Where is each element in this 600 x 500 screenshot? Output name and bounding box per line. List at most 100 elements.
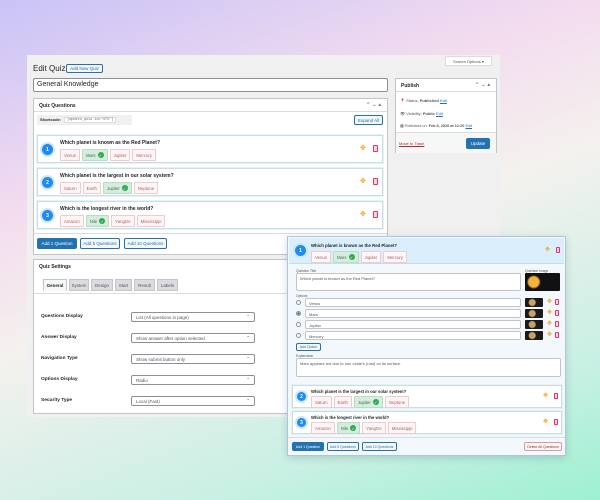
answer-option[interactable]: Amazon [311,422,335,434]
answer-option[interactable]: Saturn [60,182,81,194]
move-icon[interactable]: ✥ [547,309,552,316]
option-input[interactable]: Jupiter [305,320,521,329]
tab-start[interactable]: Start [115,279,132,291]
setting-select[interactable]: Local (Fast) [131,396,255,406]
trash-icon[interactable] [555,321,559,327]
publish-title: Publish [401,83,420,89]
answer-option[interactable]: Saturn [311,396,332,408]
option-image[interactable] [525,320,543,329]
tab-labels[interactable]: Labels [157,279,178,291]
move-icon[interactable]: ✥ [360,144,366,152]
answer-option[interactable]: Yangtze [111,215,135,227]
question-card[interactable]: 1 Which planet is known as the Red Plane… [37,135,383,163]
add-5-questions-button[interactable]: Add 5 Questions [327,442,359,451]
correct-option-radio[interactable] [296,322,301,327]
option-image[interactable] [525,298,543,307]
move-icon[interactable]: ✥ [360,210,366,218]
answer-option[interactable]: Mississippi [387,422,417,434]
answer-option[interactable]: Mississippi [136,215,166,227]
option-image[interactable] [525,331,543,340]
move-icon[interactable]: ✥ [547,331,552,338]
question-card[interactable]: 3 Which is the longest river in the worl… [37,201,383,229]
delete-all-questions-button[interactable]: Delete All Questions [524,442,562,451]
move-icon[interactable]: ✥ [545,246,550,253]
answer-option[interactable]: Nile ✓ [85,215,110,227]
box-toggle-arrows[interactable]: ⌃⌄▴ [366,102,383,108]
question-card[interactable]: 2 Which planet is the largest in our sol… [37,168,383,196]
correct-option-radio[interactable] [296,311,301,316]
tab-system[interactable]: System [69,279,89,291]
expand-all-button[interactable]: Expand All [354,115,383,125]
edit-visibility-link[interactable]: Edit [436,111,443,116]
setting-select[interactable]: Show answer after option selected [131,333,255,343]
check-icon: ✓ [372,399,379,405]
add-1-question-button[interactable]: Add 1 Question [37,238,77,249]
answer-option[interactable]: Yangtze [362,422,386,434]
setting-select[interactable]: Radio [131,375,255,385]
move-icon[interactable]: ✥ [547,298,552,305]
answer-option[interactable]: Venus [311,251,331,263]
answer-option[interactable]: Amazon [60,215,84,227]
trash-icon[interactable] [555,332,559,338]
add-10-questions-button[interactable]: Add 10 Questions [362,442,397,451]
answer-option[interactable]: Earth [333,396,352,408]
update-button[interactable]: Update [466,138,490,149]
question-card[interactable]: 2 Which planet is the largest in our sol… [292,385,562,408]
add-10-questions-button[interactable]: Add 10 Questions [124,238,167,249]
screen-options-button[interactable]: Screen Options ▾ [445,56,492,66]
correct-option-radio[interactable] [296,333,301,338]
answer-option[interactable]: Jupiter ✓ [102,182,132,194]
correct-option-radio[interactable] [296,300,301,305]
add-5-questions-button[interactable]: Add 5 Questions [80,238,120,249]
add-1-question-button[interactable]: Add 1 Question [292,442,324,451]
trash-icon[interactable] [554,393,558,399]
answer-option[interactable]: Jupiter ✓ [353,396,383,408]
edit-status-link[interactable]: Edit [440,98,447,103]
option-input[interactable]: Mars [305,309,521,318]
trash-icon[interactable] [556,247,560,253]
tab-general[interactable]: General [43,279,67,291]
question-number: 3 [297,418,306,427]
answer-option[interactable]: Jupiter [360,251,382,263]
move-icon[interactable]: ✥ [547,320,552,327]
answer-option[interactable]: Mercury [132,149,156,161]
add-new-quiz-button[interactable]: Add New Quiz [66,64,103,73]
option-image[interactable] [525,309,543,318]
tab-design[interactable]: Design [91,279,113,291]
setting-select[interactable]: Show submit button only [131,354,255,364]
tab-result[interactable]: Result [134,279,155,291]
question-card[interactable]: 3 Which is the longest river in the worl… [292,411,562,434]
answer-option[interactable]: Jupiter [109,149,131,161]
option-input[interactable]: Venus [305,298,521,307]
check-icon: ✓ [121,185,128,191]
option-input[interactable]: Mercury [305,331,521,340]
trash-icon[interactable] [373,178,378,185]
explanation-textarea[interactable]: Mars appears red due to iron oxide's (ru… [296,358,561,377]
trash-icon[interactable] [555,299,559,305]
trash-icon[interactable] [373,145,378,152]
answer-option[interactable]: Mars ✓ [81,149,108,161]
move-icon[interactable]: ✥ [543,418,548,425]
edit-date-link[interactable]: Edit [465,124,472,128]
setting-label: Questions Display [41,314,83,319]
trash-icon[interactable] [373,211,378,218]
answer-option[interactable]: Mars ✓ [332,251,359,263]
answer-option[interactable]: Neptune [384,396,410,408]
answer-option[interactable]: Nile ✓ [336,422,361,434]
trash-icon[interactable] [554,419,558,425]
answer-option[interactable]: Earth [82,182,101,194]
answer-option[interactable]: Venus [60,149,80,161]
trash-icon[interactable] [555,310,559,316]
answer-option[interactable]: Neptune [133,182,159,194]
move-icon[interactable]: ✥ [360,177,366,185]
question-image[interactable] [525,273,560,291]
box-toggle-arrows[interactable]: ⌃⌄▴ [475,82,492,88]
add-option-button[interactable]: Add Option [296,343,321,351]
question-title-textarea[interactable]: Which planet is known as the Red Planet? [296,273,521,291]
move-to-trash-link[interactable]: Move to Trash [399,141,424,146]
shortcode-value[interactable]: [wpdevs_quiz id="475"] [64,117,117,123]
move-icon[interactable]: ✥ [543,392,548,399]
quiz-title-input[interactable]: General Knowledge [33,78,388,92]
answer-option[interactable]: Mercury [383,251,407,263]
setting-select[interactable]: List (All questions in page) [131,312,255,322]
